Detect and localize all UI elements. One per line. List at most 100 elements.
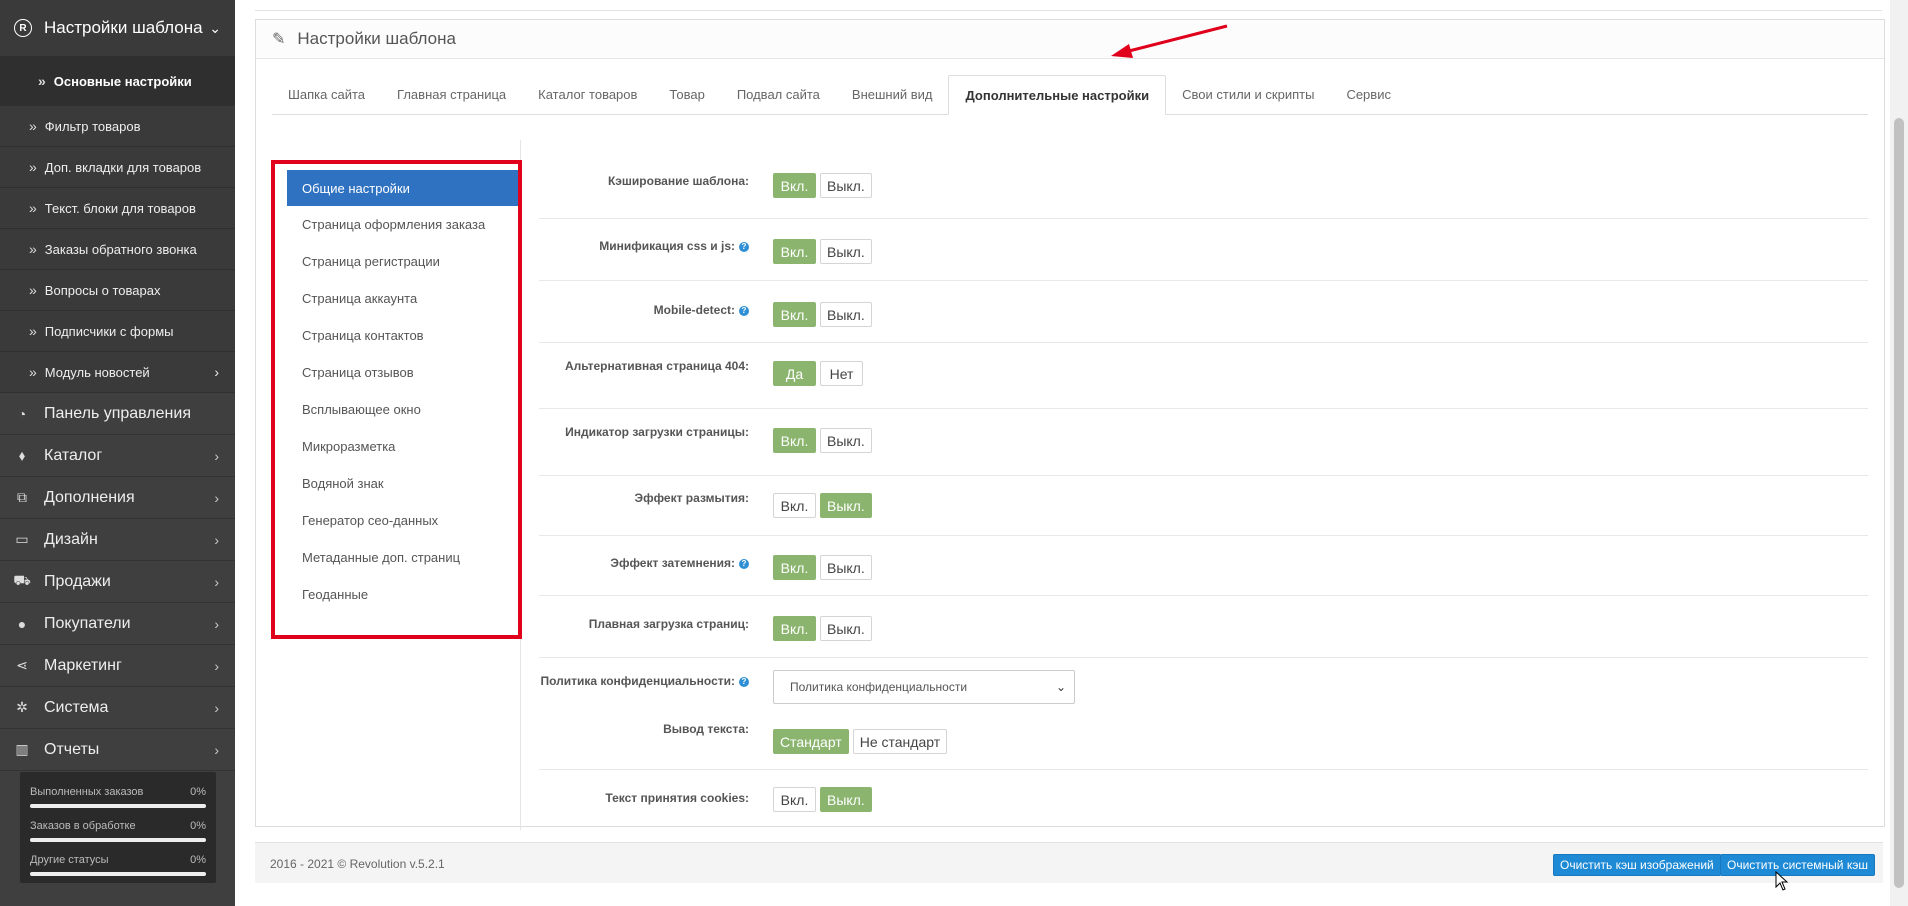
chevron-right-icon: › bbox=[214, 657, 219, 674]
stat-value: 0% bbox=[190, 820, 206, 832]
sidebar-subitem[interactable]: » Основные настройки bbox=[0, 57, 235, 106]
sidebar-item[interactable]: ◔ Панель управления bbox=[0, 393, 235, 435]
setting-label: Кэширование шаблона: bbox=[539, 173, 749, 190]
setting-label-text: Вывод текста: bbox=[663, 722, 749, 736]
toggle-option-button[interactable]: Вкл. bbox=[773, 173, 816, 198]
toggle-option-button[interactable]: Вкл. bbox=[773, 239, 816, 264]
tab-item[interactable]: Главная страница bbox=[381, 75, 522, 114]
tab-item[interactable]: Шапка сайта bbox=[272, 75, 381, 114]
setting-label: Индикатор загрузки страницы: bbox=[539, 424, 749, 441]
double-chevron-right-icon: » bbox=[29, 159, 37, 175]
double-chevron-right-icon: » bbox=[29, 282, 37, 298]
clear-image-cache-button[interactable]: Очистить кэш изображений bbox=[1553, 854, 1721, 876]
toggle-option-button[interactable]: Выкл. bbox=[820, 428, 872, 453]
help-icon[interactable]: ? bbox=[739, 677, 749, 687]
sidebar-item[interactable]: ▥ Отчеты › bbox=[0, 729, 235, 771]
sidebar-item[interactable]: ✲ Система › bbox=[0, 687, 235, 729]
setting-row: Плавная загрузка страниц: Вкл. Выкл. bbox=[539, 595, 1868, 658]
sidebar-subitem[interactable]: » Фильтр товаров bbox=[0, 106, 235, 147]
tab-item[interactable]: Товар bbox=[653, 75, 720, 114]
toggle-option-button[interactable]: Выкл. bbox=[820, 493, 872, 518]
toggle-group: Стандарт Не стандарт bbox=[773, 729, 951, 754]
tab-item[interactable]: Внешний вид bbox=[836, 75, 949, 114]
sidebar-subitem-label: Фильтр товаров bbox=[44, 118, 141, 134]
help-icon[interactable]: ? bbox=[739, 242, 749, 252]
double-chevron-right-icon: » bbox=[29, 200, 37, 216]
chevron-right-icon: › bbox=[214, 531, 219, 548]
sidebar-item-label: Дополнения bbox=[44, 488, 135, 506]
setting-label: Текст принятия cookies: bbox=[539, 790, 749, 807]
sidebar-subitem-label: Заказы обратного звонка bbox=[44, 241, 197, 257]
toggle-option-button[interactable]: Вкл. bbox=[773, 555, 816, 580]
tab-item[interactable]: Каталог товаров bbox=[522, 75, 653, 114]
toggle-option-button[interactable]: Вкл. bbox=[773, 302, 816, 327]
panel-header: ✎ Настройки шаблона bbox=[256, 20, 1884, 59]
help-icon[interactable]: ? bbox=[739, 559, 749, 569]
privacy-policy-select[interactable]: Политика конфиденциальности ⌄ bbox=[773, 670, 1075, 704]
toggle-option-button[interactable]: Выкл. bbox=[820, 787, 872, 812]
sidebar-item[interactable]: ⛟ Продажи › bbox=[0, 561, 235, 603]
setting-label-text: Эффект затемнения: bbox=[610, 556, 735, 570]
toggle-option-button[interactable]: Выкл. bbox=[820, 616, 872, 641]
sidebar-subitem-label: Модуль новостей bbox=[44, 364, 150, 380]
top-divider bbox=[255, 0, 1882, 11]
stat-progress-bar bbox=[30, 804, 206, 808]
tab-item[interactable]: Сервис bbox=[1330, 75, 1407, 114]
toggle-option-button[interactable]: Вкл. bbox=[773, 493, 816, 518]
bar-chart-icon: ▥ bbox=[15, 741, 29, 757]
stat-progress-bar bbox=[30, 838, 206, 842]
setting-label: Эффект размытия: bbox=[539, 490, 749, 507]
toggle-option-button[interactable]: Выкл. bbox=[820, 239, 872, 264]
highlight-box bbox=[271, 160, 522, 639]
toggle-option-button[interactable]: Вкл. bbox=[773, 787, 816, 812]
toggle-group: Вкл. Выкл. bbox=[773, 493, 876, 518]
sidebar-subitem[interactable]: » Текст. блоки для товаров bbox=[0, 188, 235, 229]
sidebar-item[interactable]: ⬧ Каталог › bbox=[0, 435, 235, 477]
stat-progress-bar bbox=[30, 872, 206, 876]
sidebar-subitem-label: Вопросы о товарах bbox=[44, 282, 161, 298]
sidebar-item[interactable]: ● Покупатели › bbox=[0, 603, 235, 645]
setting-row: Mobile-detect:? Вкл. Выкл. bbox=[539, 280, 1868, 343]
toggle-option-button[interactable]: Выкл. bbox=[820, 302, 872, 327]
tab-item[interactable]: Подвал сайта bbox=[721, 75, 836, 114]
tab-item[interactable]: Дополнительные настройки bbox=[948, 75, 1167, 115]
chevron-right-icon: › bbox=[214, 615, 219, 632]
settings-tabs: Шапка сайта Главная страница Каталог товар… bbox=[272, 75, 1868, 115]
help-icon[interactable]: ? bbox=[739, 306, 749, 316]
toggle-group: Вкл. Выкл. bbox=[773, 428, 876, 453]
scrollbar-thumb[interactable] bbox=[1894, 118, 1904, 888]
sidebar-subitem-label: Доп. вкладки для товаров bbox=[44, 159, 202, 175]
toggle-option-button[interactable]: Выкл. bbox=[820, 173, 872, 198]
toggle-option-button[interactable]: Да bbox=[773, 361, 816, 386]
toggle-group: Вкл. Выкл. bbox=[773, 787, 876, 812]
double-chevron-right-icon: » bbox=[29, 364, 37, 380]
sidebar-item-label: Каталог bbox=[44, 446, 103, 464]
setting-label: Mobile-detect:? bbox=[539, 302, 749, 319]
tab-item[interactable]: Свои стили и скрипты bbox=[1166, 75, 1330, 114]
toggle-option-button[interactable]: Вкл. bbox=[773, 428, 816, 453]
sidebar-subitem[interactable]: » Доп. вкладки для товаров bbox=[0, 147, 235, 188]
sidebar-subitem[interactable]: » Вопросы о товарах bbox=[0, 270, 235, 311]
setting-label-text: Кэширование шаблона: bbox=[607, 174, 749, 188]
sidebar-subitem[interactable]: » Заказы обратного звонка bbox=[0, 229, 235, 270]
setting-row: Кэширование шаблона: Вкл. Выкл. bbox=[539, 160, 1868, 219]
toggle-option-button[interactable]: Не стандарт bbox=[852, 729, 948, 754]
toggle-option-button[interactable]: Выкл. bbox=[820, 555, 872, 580]
sidebar-subitem[interactable]: » Подписчики с формы bbox=[0, 311, 235, 352]
toggle-option-button[interactable]: Стандарт bbox=[773, 729, 849, 754]
toggle-option-button[interactable]: Нет bbox=[820, 361, 863, 386]
toggle-option-button[interactable]: Вкл. bbox=[773, 616, 816, 641]
toggle-group: Вкл. Выкл. bbox=[773, 173, 876, 198]
page-scrollbar[interactable] bbox=[1890, 0, 1908, 906]
sidebar-item[interactable]: ▭ Дизайн › bbox=[0, 519, 235, 561]
sidebar-item[interactable]: ⋖ Маркетинг › bbox=[0, 645, 235, 687]
stat-value: 0% bbox=[190, 786, 206, 798]
sidebar-item-label: Продажи bbox=[44, 572, 111, 590]
sidebar-subitem[interactable]: » Модуль новостей › bbox=[0, 352, 235, 393]
chevron-right-icon: › bbox=[214, 489, 219, 506]
mouse-cursor-icon bbox=[1775, 871, 1789, 891]
clear-system-cache-button[interactable]: Очистить системный кэш bbox=[1720, 854, 1875, 876]
tags-icon: ⬧ bbox=[18, 447, 26, 463]
sidebar-item[interactable]: ⧉ Дополнения › bbox=[0, 477, 235, 519]
sidebar-header-template-settings[interactable]: R Настройки шаблона ⌄ bbox=[0, 0, 235, 57]
